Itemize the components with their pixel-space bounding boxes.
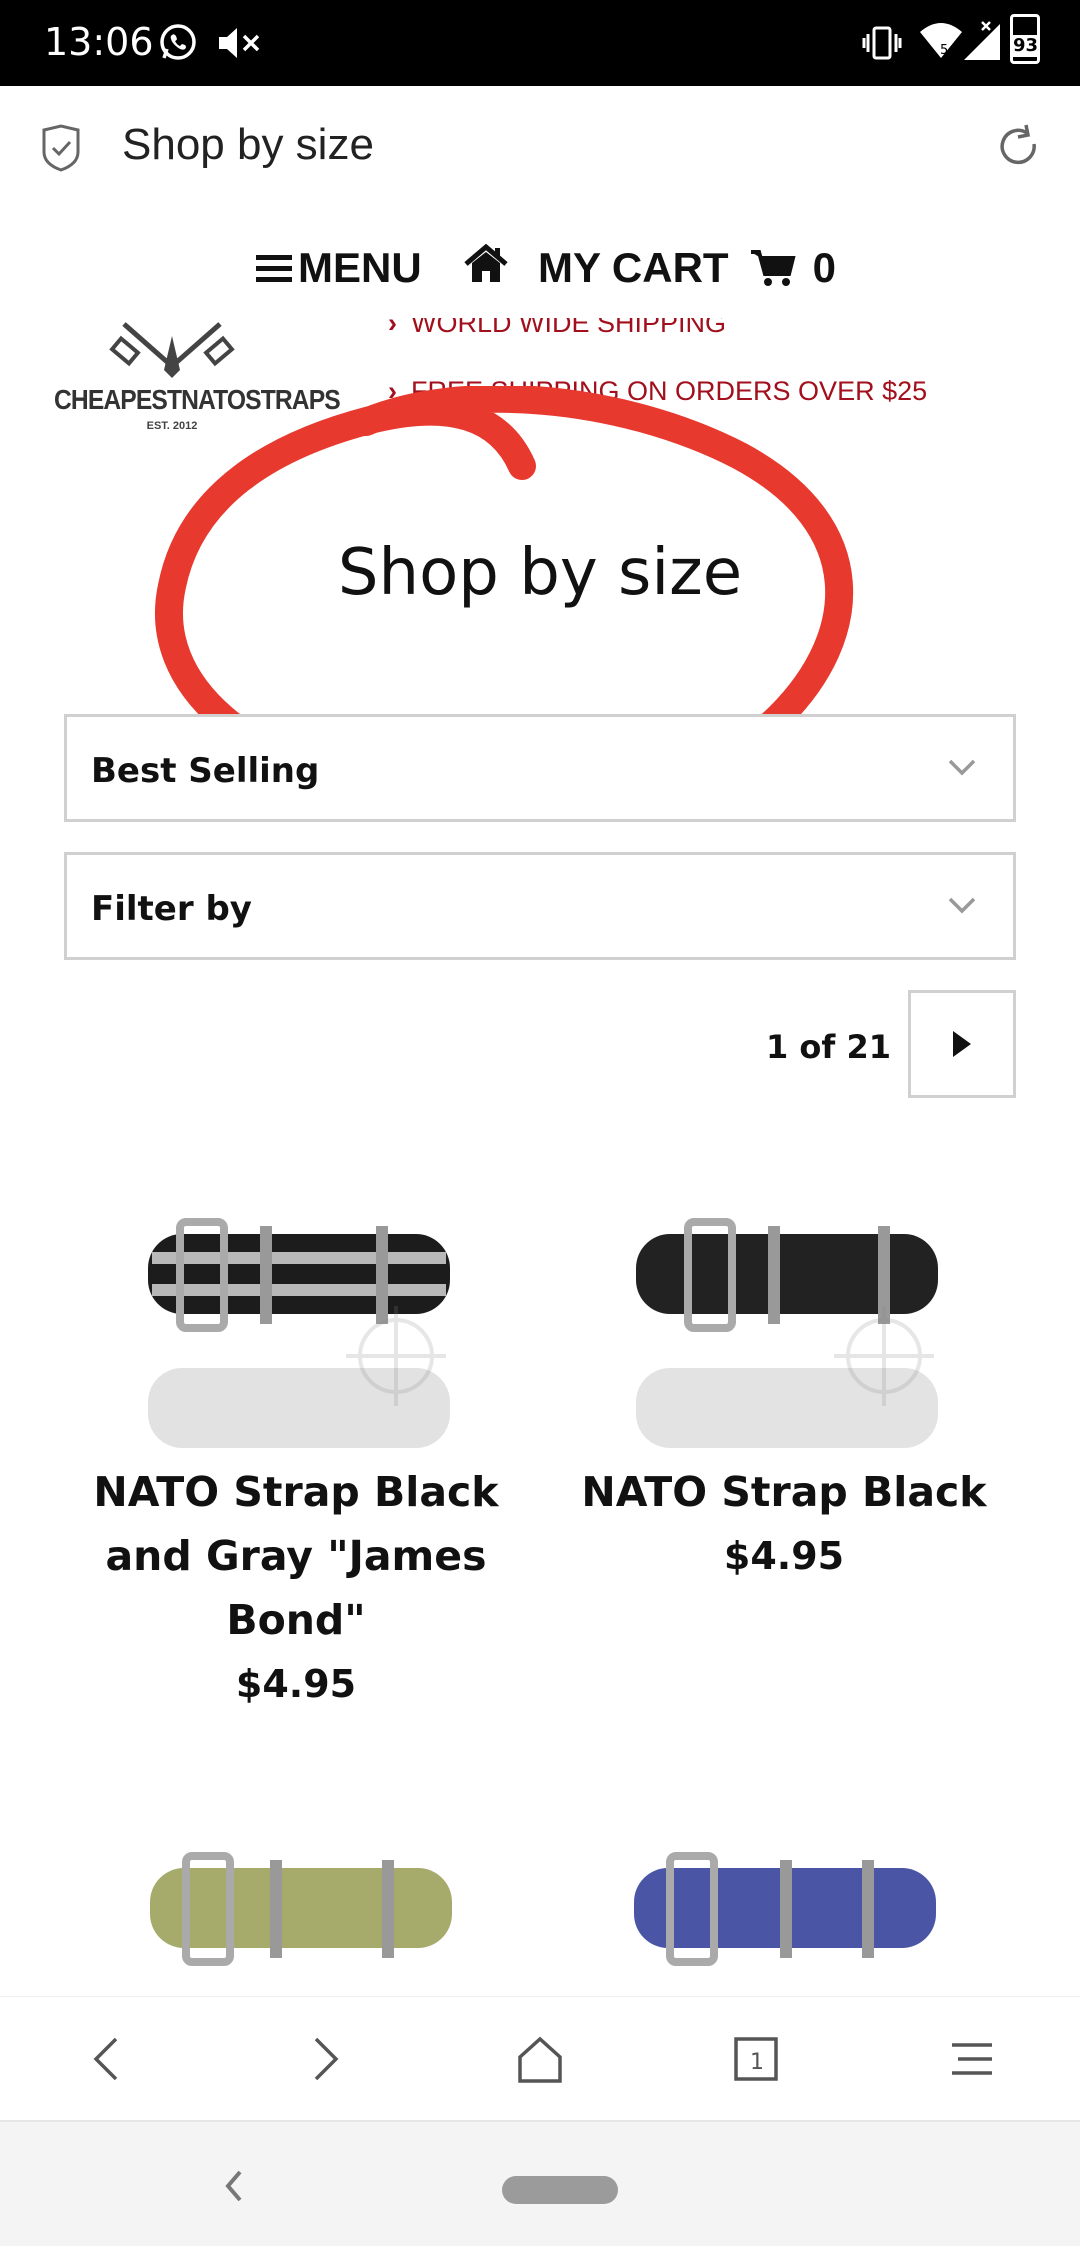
strap-image [150,1852,452,1966]
store-logo[interactable]: CHEAPESTNATOSTRAPS EST. 2012 [54,316,341,440]
menu-label: MENU [298,244,422,291]
product-image[interactable] [620,1818,960,1998]
refresh-icon[interactable] [994,122,1044,172]
pagination-status: 1 of 21 [766,1028,891,1066]
watermark-icon [834,1306,934,1406]
mute-icon [219,28,260,58]
svg-text:1: 1 [750,2050,764,2075]
shield-check-icon[interactable] [40,124,82,172]
chevron-right-icon: › [388,308,397,338]
hamburger-icon [256,255,292,282]
back-icon[interactable] [80,2031,136,2087]
svg-text:5: 5 [940,43,948,58]
product-image[interactable] [116,1170,476,1460]
page-title: Shop by size [122,120,374,169]
menu-lines-icon[interactable] [944,2031,1000,2087]
home-icon [464,244,508,282]
sort-selected: Best Selling [91,751,320,791]
logo-emblem-icon [109,322,235,378]
chevron-down-icon [948,759,976,776]
menu-button[interactable]: MENU [256,244,422,292]
battery-level: 93 [1013,35,1039,57]
cart-button[interactable]: MY CART 0 [538,244,836,292]
product-image[interactable] [136,1818,476,1998]
home-icon[interactable] [512,2031,568,2087]
product-image[interactable] [604,1170,964,1460]
wifi-icon: 5 [920,23,962,58]
promo-free-shipping: › FREE SHIPPING ON ORDERS OVER $25 [388,376,927,407]
chevron-right-icon: › [388,376,397,406]
promo-worldwide-shipping: › WORLD WIDE SHIPPING [388,308,727,339]
promo-text: WORLD WIDE SHIPPING [411,308,727,338]
system-back-icon[interactable] [222,2168,246,2204]
logo-name: CHEAPESTNATOSTRAPS [54,384,341,415]
forward-icon[interactable] [296,2031,352,2087]
next-page-button[interactable] [908,990,1016,1098]
strap-image [634,1852,936,1966]
product-card[interactable] [96,1818,516,1998]
chevron-down-icon [948,897,976,914]
home-pill[interactable] [502,2176,618,2204]
status-bar: 13:06 5 93 [0,0,1080,86]
site-nav: MENU MY CART 0 [0,230,1080,310]
product-price: $4.95 [235,1662,357,1706]
cart-label: MY CART [538,244,729,291]
collection-title: Shop by size [337,536,743,610]
filter-selected: Filter by [91,889,252,929]
product-card[interactable]: NATO Strap Black $4.95 [544,1170,1024,1588]
home-button[interactable] [464,244,508,284]
product-name[interactable]: NATO Strap Black and Gray "James Bond" [56,1460,536,1652]
browser-title-bar: Shop by size [0,86,1080,208]
play-right-icon [953,1031,971,1057]
whatsapp-icon [160,24,196,60]
signal-icon [964,21,1000,60]
filter-select[interactable]: Filter by [64,852,1016,960]
system-nav-bar [0,2120,1080,2246]
promo-text: FREE SHIPPING ON ORDERS OVER $25 [411,376,928,406]
tabs-icon[interactable]: 1 [728,2031,784,2087]
cart-icon [750,250,796,286]
product-card[interactable]: NATO Strap Black and Gray "James Bond" $… [56,1170,536,1716]
watermark-icon [346,1306,446,1406]
vibrate-icon [862,26,902,60]
browser-bottom-bar: 1 [0,1996,1080,2120]
cart-count: 0 [812,244,836,291]
product-card[interactable] [580,1818,1000,1998]
status-time: 13:06 [44,20,154,64]
product-name[interactable]: NATO Strap Black [544,1460,1024,1524]
logo-est: EST. 2012 [146,420,198,432]
sort-select[interactable]: Best Selling [64,714,1016,822]
battery-icon: 93 [1010,14,1040,64]
product-price: $4.95 [723,1534,845,1578]
